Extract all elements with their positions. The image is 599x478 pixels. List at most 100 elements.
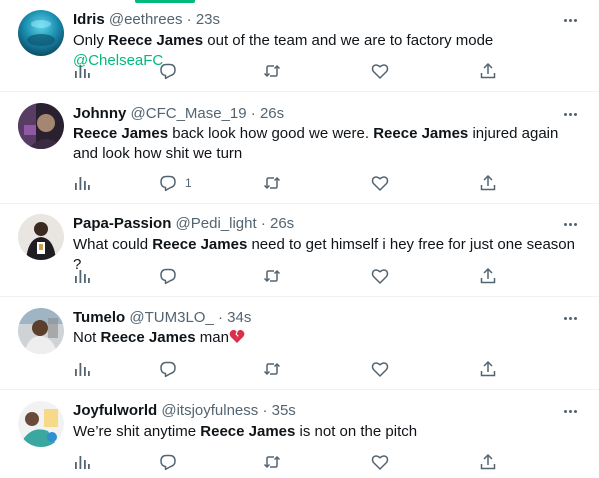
more-icon[interactable] bbox=[559, 218, 581, 230]
share-button[interactable] bbox=[479, 359, 497, 379]
tweet-header: Johnny @CFC_Mase_19 · 26s bbox=[73, 105, 284, 123]
tweet-text: Not Reece James man bbox=[73, 328, 583, 348]
highlighted-term: Reece James bbox=[373, 125, 469, 142]
display-name[interactable]: Tumelo bbox=[73, 309, 125, 326]
username[interactable]: @TUM3LO_ bbox=[129, 309, 213, 326]
avatar[interactable] bbox=[18, 308, 64, 354]
highlighted-term: Reece James bbox=[108, 32, 204, 49]
reply-icon bbox=[159, 62, 177, 80]
retweet-button[interactable] bbox=[263, 61, 281, 81]
views-icon bbox=[73, 360, 91, 378]
text-run: We’re shit anytime bbox=[73, 423, 201, 440]
highlighted-term: Reece James bbox=[100, 329, 196, 346]
tweet-header: Papa-Passion @Pedi_light · 26s bbox=[73, 215, 294, 233]
reply-count: 1 bbox=[185, 176, 192, 190]
reply-button[interactable] bbox=[159, 266, 177, 286]
more-icon[interactable] bbox=[559, 108, 581, 120]
like-button[interactable] bbox=[371, 61, 389, 81]
like-icon bbox=[371, 267, 389, 285]
separator: · bbox=[218, 309, 223, 326]
username[interactable]: @Pedi_light bbox=[176, 215, 257, 232]
tweet-actions: 1 bbox=[73, 173, 503, 193]
timestamp[interactable]: 35s bbox=[272, 402, 296, 419]
views-button[interactable] bbox=[73, 61, 91, 81]
text-run: out of the team and we are to factory mo… bbox=[203, 32, 494, 49]
reply-button[interactable] bbox=[159, 359, 177, 379]
tweet[interactable]: Johnny @CFC_Mase_19 · 26s Reece James ba… bbox=[0, 92, 599, 204]
tweet-actions bbox=[73, 452, 503, 472]
username[interactable]: @eethrees bbox=[109, 11, 183, 28]
avatar[interactable] bbox=[18, 103, 64, 149]
username[interactable]: @itsjoyfulness bbox=[161, 402, 258, 419]
timestamp[interactable]: 26s bbox=[260, 105, 284, 122]
views-button[interactable] bbox=[73, 173, 91, 193]
tweet-header: Idris @eethrees · 23s bbox=[73, 11, 220, 29]
share-icon bbox=[479, 360, 497, 378]
tweet[interactable]: Idris @eethrees · 23s Only Reece James o… bbox=[0, 0, 599, 92]
tweet[interactable]: Tumelo @TUM3LO_ · 34s Not Reece James ma… bbox=[0, 297, 599, 390]
text-run: Only bbox=[73, 32, 109, 49]
retweet-icon bbox=[263, 453, 281, 471]
share-button[interactable] bbox=[479, 61, 497, 81]
retweet-button[interactable] bbox=[263, 452, 281, 472]
share-button[interactable] bbox=[479, 173, 497, 193]
tweet[interactable]: Papa-Passion @Pedi_light · 26s What coul… bbox=[0, 204, 599, 297]
avatar[interactable] bbox=[18, 10, 64, 56]
reply-icon bbox=[159, 360, 177, 378]
display-name[interactable]: Johnny bbox=[73, 105, 126, 122]
views-icon bbox=[73, 62, 91, 80]
avatar[interactable] bbox=[18, 401, 64, 447]
highlighted-term: Reece James bbox=[200, 423, 296, 440]
retweet-button[interactable] bbox=[263, 173, 281, 193]
more-icon[interactable] bbox=[559, 14, 581, 26]
share-button[interactable] bbox=[479, 266, 497, 286]
share-icon bbox=[479, 62, 497, 80]
separator: · bbox=[262, 402, 268, 419]
like-icon bbox=[371, 174, 389, 192]
retweet-icon bbox=[263, 62, 281, 80]
reply-button[interactable]: 1 bbox=[159, 173, 192, 193]
retweet-icon bbox=[263, 360, 281, 378]
reply-button[interactable] bbox=[159, 61, 177, 81]
broken-heart-emoji bbox=[229, 329, 245, 344]
avatar[interactable] bbox=[18, 214, 64, 260]
like-button[interactable] bbox=[371, 452, 389, 472]
retweet-button[interactable] bbox=[263, 266, 281, 286]
views-button[interactable] bbox=[73, 359, 91, 379]
highlighted-term: Reece James bbox=[152, 236, 248, 253]
like-button[interactable] bbox=[371, 173, 389, 193]
like-button[interactable] bbox=[371, 266, 389, 286]
tweet-header: Tumelo @TUM3LO_ · 34s bbox=[73, 309, 251, 327]
username[interactable]: @CFC_Mase_19 bbox=[131, 105, 247, 122]
tweet-actions bbox=[73, 359, 503, 379]
display-name[interactable]: Idris bbox=[73, 11, 105, 28]
tweet-actions bbox=[73, 266, 503, 286]
retweet-icon bbox=[263, 267, 281, 285]
more-icon[interactable] bbox=[559, 405, 581, 417]
views-icon bbox=[73, 174, 91, 192]
reply-button[interactable] bbox=[159, 452, 177, 472]
like-icon bbox=[371, 360, 389, 378]
views-icon bbox=[73, 453, 91, 471]
display-name[interactable]: Joyfulworld bbox=[73, 402, 157, 419]
timestamp[interactable]: 26s bbox=[270, 215, 294, 232]
timestamp[interactable]: 34s bbox=[227, 309, 251, 326]
tweet[interactable]: Joyfulworld @itsjoyfulness · 35s We’re s… bbox=[0, 390, 599, 478]
reply-icon bbox=[159, 453, 177, 471]
share-button[interactable] bbox=[479, 452, 497, 472]
text-run: What could bbox=[73, 236, 153, 253]
views-button[interactable] bbox=[73, 266, 91, 286]
timestamp[interactable]: 23s bbox=[196, 11, 220, 28]
like-button[interactable] bbox=[371, 359, 389, 379]
separator: · bbox=[186, 11, 192, 28]
reply-icon bbox=[159, 174, 177, 192]
tweet-header: Joyfulworld @itsjoyfulness · 35s bbox=[73, 402, 296, 420]
display-name[interactable]: Papa-Passion bbox=[73, 215, 171, 232]
text-run: Not bbox=[73, 329, 101, 346]
like-icon bbox=[371, 453, 389, 471]
views-button[interactable] bbox=[73, 452, 91, 472]
text-run: back look how good we were. bbox=[168, 125, 374, 142]
retweet-button[interactable] bbox=[263, 359, 281, 379]
more-icon[interactable] bbox=[559, 312, 581, 324]
text-run: is not on the pitch bbox=[295, 423, 418, 440]
